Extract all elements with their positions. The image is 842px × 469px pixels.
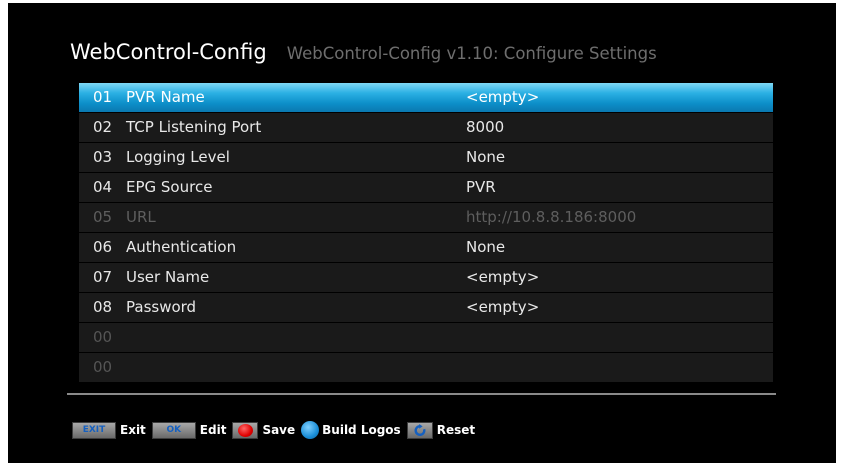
- setting-value: <empty>: [466, 298, 540, 316]
- setting-value: PVR: [466, 178, 496, 196]
- setting-value: <empty>: [466, 268, 540, 286]
- save-key[interactable]: [232, 421, 259, 439]
- setting-number: 00: [93, 328, 113, 346]
- setting-name: URL: [126, 208, 156, 226]
- setting-number: 04: [93, 178, 113, 196]
- setting-number: 05: [93, 208, 113, 226]
- exit-key[interactable]: EXIT: [72, 421, 116, 439]
- setting-name: Logging Level: [126, 148, 230, 166]
- setting-value: None: [466, 148, 506, 166]
- build-logos-label: Build Logos: [322, 423, 401, 437]
- setting-row-logging-level[interactable]: 03 Logging Level None: [79, 143, 773, 172]
- setting-number: 02: [93, 118, 113, 136]
- blue-button-icon[interactable]: [301, 421, 320, 439]
- header: WebControl-Config WebControl-Config v1.1…: [70, 40, 657, 64]
- reset-icon: [414, 423, 426, 436]
- reset-key[interactable]: [406, 421, 433, 439]
- setting-row-empty: 00: [79, 353, 773, 382]
- setting-name: Password: [126, 298, 197, 316]
- red-button-icon: [237, 423, 253, 437]
- save-label: Save: [262, 423, 296, 437]
- setting-value: <empty>: [466, 88, 540, 106]
- setting-value: 8000: [466, 118, 505, 136]
- setting-number: 06: [93, 238, 113, 256]
- setting-number: 07: [93, 268, 113, 286]
- setting-name: User Name: [126, 268, 210, 286]
- setting-name: EPG Source: [126, 178, 213, 196]
- setting-value: http://10.8.8.186:8000: [466, 208, 637, 226]
- setting-number: 03: [93, 148, 113, 166]
- setting-value: None: [466, 238, 506, 256]
- footer-divider: [67, 393, 776, 395]
- setting-number: 00: [93, 358, 113, 376]
- setting-name: PVR Name: [126, 88, 205, 106]
- reset-label: Reset: [436, 423, 476, 437]
- setting-row-epg-source[interactable]: 04 EPG Source PVR: [79, 173, 773, 202]
- setting-row-user-name[interactable]: 07 User Name <empty>: [79, 263, 773, 292]
- setting-name: Authentication: [126, 238, 237, 256]
- setting-row-authentication[interactable]: 06 Authentication None: [79, 233, 773, 262]
- setting-number: 01: [93, 88, 113, 106]
- app-title: WebControl-Config: [70, 40, 267, 64]
- setting-row-tcp-listening-port[interactable]: 02 TCP Listening Port 8000: [79, 113, 773, 142]
- setting-row-url: 05 URL http://10.8.8.186:8000: [79, 203, 773, 232]
- app-subtitle: WebControl-Config v1.10: Configure Setti…: [286, 44, 657, 63]
- tv-screen: WebControl-Config WebControl-Config v1.1…: [8, 3, 836, 463]
- setting-row-empty: 00: [79, 323, 773, 352]
- setting-row-password[interactable]: 08 Password <empty>: [79, 293, 773, 322]
- button-legend: EXIT Exit OK Edit Save Build Logos Reset: [72, 421, 481, 439]
- settings-list: 01 PVR Name <empty> 02 TCP Listening Por…: [79, 83, 773, 383]
- setting-row-pvr-name[interactable]: 01 PVR Name <empty>: [79, 83, 773, 112]
- setting-number: 08: [93, 298, 113, 316]
- edit-label: Edit: [199, 423, 227, 437]
- setting-name: TCP Listening Port: [126, 118, 262, 136]
- ok-key[interactable]: OK: [151, 421, 196, 439]
- exit-label: Exit: [120, 423, 146, 437]
